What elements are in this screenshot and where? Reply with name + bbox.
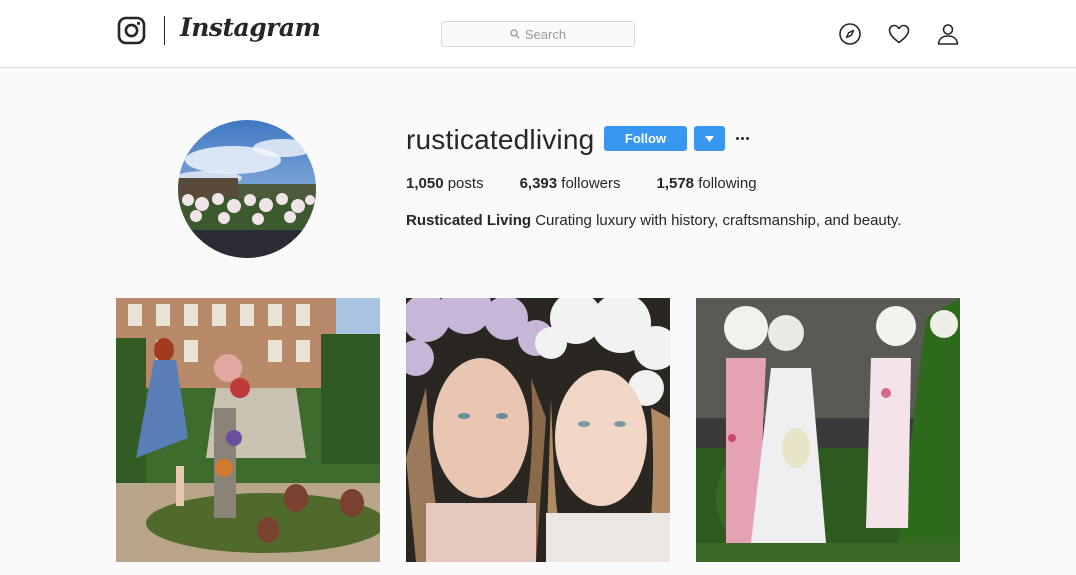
followers-count: 6,393 (519, 175, 558, 192)
search-input[interactable]: Search (441, 21, 635, 47)
suggestions-dropdown-button[interactable] (694, 126, 725, 151)
follow-button[interactable]: Follow (604, 126, 687, 151)
profile-username: rusticatedliving (406, 124, 595, 155)
posts-count: 1,050 (406, 175, 444, 192)
profile-full-name: Rusticated Living (406, 212, 532, 229)
heart-icon[interactable] (887, 22, 911, 46)
avatar[interactable] (178, 120, 316, 258)
profile-bio: Rusticated Living Curating luxury with h… (406, 212, 901, 229)
person-icon[interactable] (936, 22, 960, 46)
dot (735, 137, 739, 140)
following-stat[interactable]: 1,578 following (656, 175, 756, 192)
post-image (696, 298, 960, 562)
instagram-wordmark[interactable]: Instagram (180, 13, 321, 42)
post-thumbnail[interactable] (406, 298, 670, 562)
more-options-button[interactable] (734, 126, 750, 151)
search-icon (510, 29, 520, 39)
following-count: 1,578 (656, 175, 695, 192)
following-label: following (698, 175, 757, 192)
dot (745, 137, 749, 140)
search-placeholder: Search (524, 26, 567, 42)
followers-label: followers (561, 175, 621, 192)
caret-down-icon (705, 135, 714, 142)
posts-label: posts (447, 175, 484, 192)
profile-stats: 1,050 posts 6,393 followers 1,578 follow… (406, 175, 793, 192)
post-image (406, 298, 670, 562)
dot (740, 137, 744, 140)
avatar-photo (178, 120, 316, 258)
post-thumbnail[interactable] (116, 298, 380, 562)
top-nav: Instagram Search (0, 0, 1076, 68)
posts-stat: 1,050 posts (406, 175, 484, 192)
bio-text: Curating luxury with history, craftsmans… (535, 212, 902, 229)
instagram-camera-icon[interactable] (117, 16, 146, 45)
post-image (116, 298, 380, 562)
compass-icon[interactable] (838, 22, 862, 46)
logo-divider (164, 16, 165, 45)
followers-stat[interactable]: 6,393 followers (520, 175, 621, 192)
post-thumbnail[interactable] (696, 298, 960, 562)
